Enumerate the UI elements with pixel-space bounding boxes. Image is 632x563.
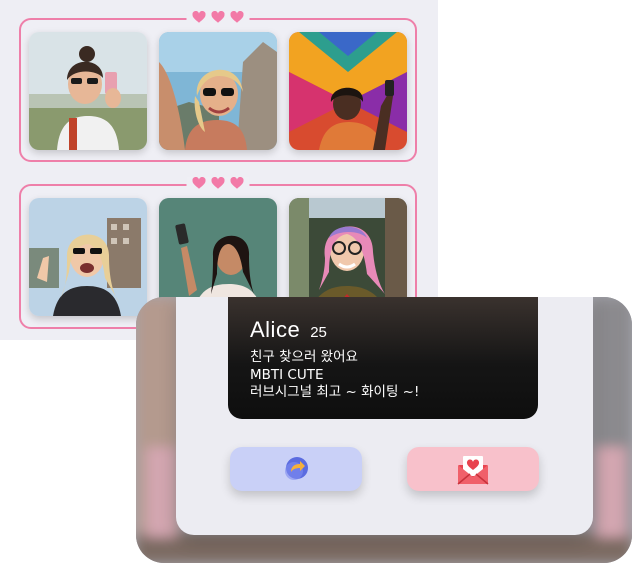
woman-sunglasses-selfie-photo[interactable] [29, 32, 147, 150]
profile-name: Alice [250, 317, 301, 342]
profile-card-window: Alice 25 친구 찾으러 왔어요 MBTI CUTE 러브시그널 최고 ~… [136, 297, 632, 563]
profile-bio-line: MBTI CUTE [250, 366, 324, 383]
heart-icon [230, 177, 244, 189]
share-button[interactable] [230, 447, 362, 491]
heart-icon [211, 11, 225, 23]
woman-colorful-wall-photo[interactable] [289, 32, 407, 150]
profile-bio-line: 친구 찾으러 왔어요 [250, 349, 358, 365]
photo-grid-top [19, 11, 417, 162]
woman-laughing-city-photo[interactable] [29, 198, 147, 316]
hearts-decoration [186, 11, 250, 24]
share-forward-icon [285, 457, 308, 480]
send-letter-button[interactable] [407, 447, 539, 491]
heart-icon [211, 177, 225, 189]
heart-icon [192, 11, 206, 23]
photo-grid-panel [0, 0, 438, 340]
heart-icon [230, 11, 244, 23]
love-letter-icon [457, 456, 489, 485]
woman-sunglasses-sunny-photo[interactable] [159, 32, 277, 150]
profile-bio: 친구 찾으러 왔어요 MBTI CUTE 러브시그널 최고 ~ 화이팅 ~! [250, 349, 419, 402]
profile-info-panel[interactable]: Alice 25 친구 찾으러 왔어요 MBTI CUTE 러브시그널 최고 ~… [228, 297, 538, 419]
profile-bio-line: 러브시그널 최고 ~ 화이팅 ~! [250, 384, 420, 400]
heart-icon [192, 177, 206, 189]
profile-age: 25 [310, 324, 327, 341]
profile-card: Alice 25 친구 찾으러 왔어요 MBTI CUTE 러브시그널 최고 ~… [176, 297, 593, 535]
hearts-decoration [186, 177, 250, 190]
